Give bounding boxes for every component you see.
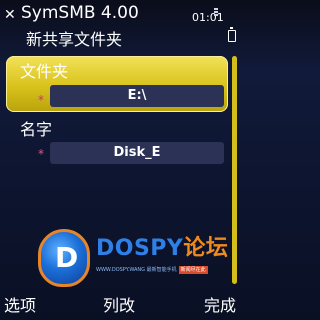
- brand-url: WWW.DOSPY.WANG: [96, 267, 146, 273]
- signal-icon: [213, 8, 219, 18]
- brand-sub-b: 新闻尽在此: [178, 266, 208, 274]
- name-value-input[interactable]: Disk_E: [50, 142, 224, 164]
- brand-cn: 论坛: [183, 236, 229, 261]
- app-title: SymSMB 4.00: [21, 3, 139, 23]
- softkey-bar: 选项 列改 完成: [0, 292, 240, 320]
- folder-required-mark: *: [38, 93, 44, 107]
- battery-icon: [228, 27, 236, 42]
- done-softkey[interactable]: 完成: [204, 296, 236, 316]
- brand-name: DOSPY: [96, 236, 184, 261]
- brand-sub-a: 最新智能手机: [146, 267, 177, 273]
- watermark-logo: D DOSPY论坛 WWW.DOSPY.WANG 最新智能手机 新闻尽在此: [38, 226, 238, 298]
- dialog-title: 新共享文件夹: [26, 30, 123, 49]
- folder-field[interactable]: 文件夹 * E:\: [6, 56, 228, 112]
- name-required-mark: *: [38, 147, 44, 161]
- status-bar: ✕ SymSMB 4.00 新共享文件夹 01:01: [0, 0, 240, 50]
- logo-circle-icon: D: [38, 229, 90, 287]
- options-softkey[interactable]: 选项: [4, 296, 36, 316]
- brand-subline: WWW.DOSPY.WANG 最新智能手机 新闻尽在此: [96, 266, 236, 274]
- close-icon[interactable]: ✕: [4, 8, 16, 22]
- brand-text: DOSPY论坛: [96, 236, 228, 262]
- logo-letter: D: [55, 241, 79, 274]
- name-label: 名字: [20, 120, 53, 139]
- folder-label: 文件夹: [20, 62, 69, 81]
- folder-value-input[interactable]: E:\: [50, 85, 224, 107]
- edit-softkey[interactable]: 列改: [103, 296, 135, 316]
